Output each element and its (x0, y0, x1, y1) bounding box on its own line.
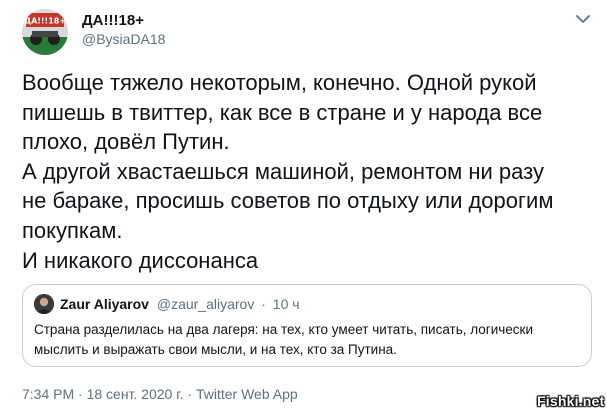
quoted-tweet[interactable]: Zaur Aliyarov @zaur_aliyarov · 10 ч Стра… (22, 284, 592, 367)
tweet-text-line: И никакого диссонанса (22, 247, 259, 273)
tweet-text: Вообще тяжело некоторым, конечно. Одной … (22, 68, 597, 275)
quote-header: Zaur Aliyarov @zaur_aliyarov · 10 ч (60, 296, 300, 312)
quote-author-handle: @zaur_aliyarov (156, 296, 255, 312)
quote-text-line: Страна разделилась на два лагеря: на тех… (34, 322, 533, 337)
tweet-text-line: плохо, довёл Путин. (22, 129, 230, 155)
author-avatar[interactable]: ДА!!!18+ (22, 9, 68, 55)
author-name[interactable]: ДА!!!18+ (82, 12, 144, 29)
author-handle[interactable]: @BysiaDA18 (82, 31, 165, 47)
chevron-down-icon[interactable] (574, 12, 592, 26)
quote-text: Страна разделилась на два лагеря: на тех… (34, 320, 582, 359)
quote-text-line: мыслить и выражать свои мысли, и на тех,… (34, 341, 397, 357)
watermark: Fishki.net (537, 393, 605, 409)
tweet-text-line: Вообще тяжело некоторым, конечно. Одной … (22, 70, 537, 95)
tweet-text-line: А другой хвастаешься машиной, ремонтом н… (22, 158, 544, 184)
tweet-timestamp[interactable]: 7:34 PM · 18 сент. 2020 г. · Twitter Web… (22, 386, 298, 402)
tweet-card: ДА!!!18+ ДА!!!18+ @BysiaDA18 Вообще тяже… (0, 0, 607, 415)
quote-time: 10 ч (272, 296, 300, 312)
tweet-text-line: не бараке, просишь советов по отдыху или… (22, 188, 554, 214)
tweet-text-line: пишешь в твиттер, как все в стране и у н… (22, 99, 543, 125)
tweet-text-line: покупкам. (22, 217, 123, 243)
separator-dot: · (261, 296, 266, 312)
quote-author-avatar (34, 294, 54, 314)
quote-author-name: Zaur Aliyarov (60, 296, 149, 312)
avatar-logo-text: ДА!!!18+ (24, 17, 66, 26)
